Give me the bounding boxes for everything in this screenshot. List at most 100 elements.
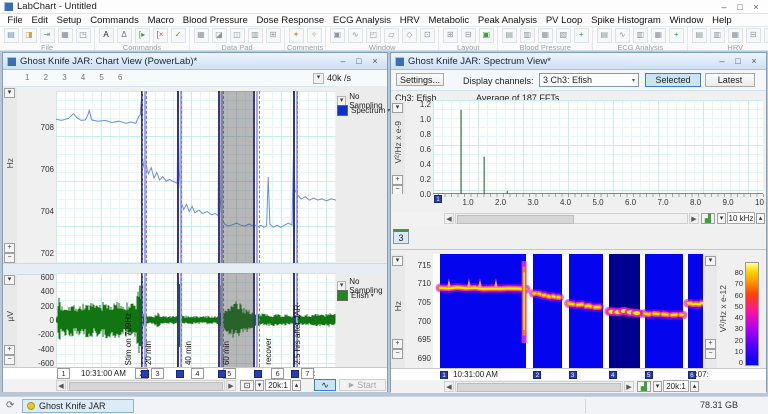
ch1-zoom-in-button[interactable]: + <box>4 243 15 253</box>
channel-tab-3[interactable]: 3 <box>393 229 409 244</box>
datapad-column-icon[interactable]: ◫ <box>229 28 245 43</box>
app-minimize-button[interactable]: – <box>716 2 732 12</box>
ecg-averaging-icon[interactable]: ∿ <box>614 28 630 43</box>
app-close-button[interactable]: × <box>748 2 764 12</box>
layout-grid-icon[interactable]: ⊞ <box>442 28 458 43</box>
menu-dose-response[interactable]: Dose Response <box>252 15 328 26</box>
ch1-channel-row[interactable]: Spectrum ▾ <box>337 105 390 116</box>
chart-scroll-left-icon[interactable]: ◀ <box>56 380 66 391</box>
ch2-zoom-out-button[interactable]: − <box>4 355 15 365</box>
add-comment-icon[interactable]: ✦ <box>288 28 304 43</box>
sono-zoom-ratio[interactable]: 20k:1 <box>663 380 689 392</box>
sono-block-marker-4[interactable]: 4 <box>608 371 617 379</box>
layout-apply-icon[interactable]: ▣ <box>478 28 494 43</box>
comment-flag-4[interactable] <box>254 370 263 378</box>
copy-window-icon[interactable]: ⊡ <box>419 28 435 43</box>
bp-table-icon[interactable]: ▧ <box>555 28 571 43</box>
bp-add-icon[interactable]: + <box>573 28 589 43</box>
spectrum-maximize-button[interactable]: □ <box>730 56 746 66</box>
fft-scale-menu-icon[interactable]: ▾ <box>392 103 403 113</box>
ch2-channel-row[interactable]: Efish ▾ <box>337 290 374 301</box>
comment-flag-1[interactable] <box>140 370 149 378</box>
document-tab[interactable]: Ghost Knife JAR <box>22 399 134 413</box>
hrv-add-icon[interactable]: + <box>763 28 768 43</box>
menu-edit[interactable]: Edit <box>27 15 52 26</box>
chart-zoom-ratio[interactable]: 20k:1 <box>265 379 291 391</box>
channel-select[interactable]: 3 Ch3: Efish ▾ <box>539 73 639 87</box>
menu-setup[interactable]: Setup <box>52 15 86 26</box>
header-block-number-5[interactable]: 5 <box>99 73 103 82</box>
menu-ecg-analysis[interactable]: ECG Analysis <box>329 15 396 26</box>
macro-run-icon[interactable]: ✓ <box>170 28 186 43</box>
chart-scroll-thumb[interactable] <box>69 382 223 391</box>
datapad-view-icon[interactable]: ▦ <box>193 28 209 43</box>
header-block-number-2[interactable]: 2 <box>44 73 48 82</box>
export-icon[interactable]: ◳ <box>75 28 91 43</box>
menu-macro[interactable]: Macro <box>143 15 178 26</box>
comment-flag-2[interactable] <box>176 370 185 378</box>
rate-dropdown-icon[interactable]: ▾ <box>313 73 324 84</box>
menu-file[interactable]: File <box>3 15 27 26</box>
ch2-plot-area[interactable]: Stim on 709Hz 20 min 40 min 60 min recover 2.… <box>56 273 336 367</box>
clear-marker-icon[interactable]: [× <box>152 28 168 43</box>
fft-range-label[interactable]: 10 kHz <box>727 212 755 224</box>
sonogram-plot-area[interactable] <box>433 254 703 368</box>
chart-view-minimize-button[interactable]: – <box>335 56 351 66</box>
find-icon[interactable]: A <box>98 28 114 43</box>
hrv-settings-icon[interactable]: ▤ <box>691 28 707 43</box>
window-switch-icon[interactable]: ⟳ <box>6 400 14 411</box>
text-style-icon[interactable]: Δ <box>116 28 132 43</box>
selection-overlay[interactable] <box>218 91 254 263</box>
selected-button[interactable]: Selected <box>645 73 701 87</box>
ecg-settings-icon[interactable]: ▤ <box>596 28 612 43</box>
chart-compress-icon[interactable]: ▾ <box>255 380 264 391</box>
fft-scroll-right-icon[interactable]: ▶ <box>689 213 699 224</box>
sono-block-marker-2[interactable]: 2 <box>533 371 542 379</box>
ch1-plot-area[interactable] <box>56 91 336 263</box>
chart-view-maximize-button[interactable]: □ <box>351 56 367 66</box>
fft-plot-area[interactable] <box>433 100 763 194</box>
header-block-number-3[interactable]: 3 <box>62 73 66 82</box>
sono-block-marker-3[interactable]: 3 <box>568 371 577 379</box>
chart-follow-icon[interactable]: ⊡ <box>240 380 254 391</box>
sono-zoom-out-button[interactable]: − <box>392 349 403 359</box>
waveform-window-icon[interactable]: ∿ <box>347 28 363 43</box>
ch2-scale-menu-icon[interactable]: ▾ <box>4 275 15 285</box>
comment-list-icon[interactable]: ✧ <box>306 28 322 43</box>
sono-block-marker-5[interactable]: 5 <box>644 371 653 379</box>
menu-hrv[interactable]: HRV <box>395 15 424 26</box>
ch2-channel-dropdown-icon[interactable]: ▾ <box>371 292 374 299</box>
menu-commands[interactable]: Commands <box>86 15 143 26</box>
app-maximize-button[interactable]: □ <box>732 2 748 12</box>
set-marker-icon[interactable]: [▸ <box>134 28 150 43</box>
chart-view-icon[interactable]: ▱ <box>383 28 399 43</box>
sono-block-marker-1[interactable]: 1 <box>440 371 449 379</box>
ecg-add-icon[interactable]: + <box>668 28 684 43</box>
fft-autoscale-icon[interactable]: ▟ <box>701 213 715 224</box>
sono-color-menu-icon[interactable]: ▾ <box>705 256 716 266</box>
comment-flag-3[interactable] <box>218 370 227 378</box>
datapad-select-icon[interactable]: ▥ <box>247 28 263 43</box>
fft-zoom-in-button[interactable]: + <box>392 175 403 185</box>
header-block-number-4[interactable]: 4 <box>81 73 85 82</box>
xy-view-icon[interactable]: ◇ <box>401 28 417 43</box>
bp-view-icon[interactable]: ▥ <box>519 28 535 43</box>
settings-button[interactable]: Settings... <box>396 73 444 86</box>
tile-windows-icon[interactable]: ▣ <box>329 28 345 43</box>
sono-scale-down-button[interactable]: − <box>705 349 716 359</box>
ecg-table-icon[interactable]: ▦ <box>650 28 666 43</box>
sono-expand-icon[interactable]: ▴ <box>690 381 699 392</box>
sono-scroll-thumb[interactable] <box>457 383 621 392</box>
chart-view-titlebar[interactable]: Ghost Knife JAR: Chart View (PowerLab)* … <box>3 53 387 70</box>
open-file-icon[interactable]: ◨ <box>21 28 37 43</box>
block-number-box-1[interactable]: 1 <box>57 368 71 379</box>
menu-help[interactable]: Help <box>708 15 736 26</box>
hrv-export-icon[interactable]: ⊟ <box>745 28 761 43</box>
menu-peak-analysis[interactable]: Peak Analysis <box>474 15 542 26</box>
block-number-box-3[interactable]: 3 <box>150 368 164 379</box>
fft-scroll-thumb[interactable] <box>457 215 574 224</box>
chart-scroll-right-icon[interactable]: ▶ <box>226 380 236 391</box>
hrv-table-icon[interactable]: ▦ <box>727 28 743 43</box>
fft-range-down-icon[interactable]: ▾ <box>717 213 726 224</box>
datapad-export-icon[interactable]: ⊞ <box>265 28 281 43</box>
